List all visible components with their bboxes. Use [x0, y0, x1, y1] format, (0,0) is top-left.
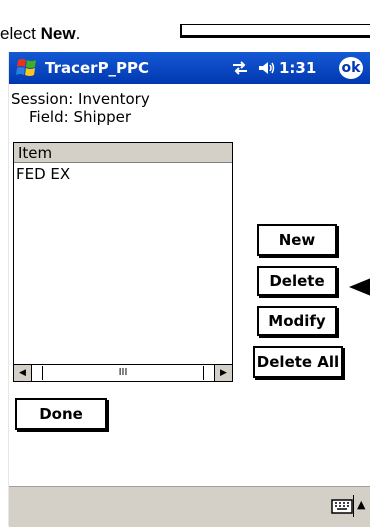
- new-button[interactable]: New: [257, 224, 337, 256]
- keyboard-icon[interactable]: [331, 497, 353, 515]
- callout-arrow-icon: [349, 278, 370, 296]
- list-column-header[interactable]: Item: [14, 143, 232, 163]
- field-label: Field: Shipper: [29, 108, 132, 126]
- triangle-up-icon[interactable]: ▲: [357, 495, 365, 515]
- instruction-text: elect New.: [0, 24, 81, 43]
- scroll-thumb[interactable]: III: [42, 366, 204, 380]
- scroll-left-icon[interactable]: ◀: [14, 365, 32, 381]
- title-bar: TracerP_PPC 1:31 ok: [9, 52, 370, 84]
- delete-button[interactable]: Delete: [257, 266, 337, 296]
- session-label: Session: Inventory: [11, 90, 150, 108]
- scroll-right-icon[interactable]: ▶: [214, 365, 232, 381]
- pda-screen: TracerP_PPC 1:31 ok Session: Inventory F…: [8, 52, 370, 527]
- item-listbox[interactable]: Item FED EX ◀ III ▶: [13, 142, 233, 382]
- menu-separator: [353, 495, 354, 517]
- ok-button[interactable]: ok: [339, 57, 363, 79]
- windows-flag-icon[interactable]: [15, 57, 39, 79]
- menu-bar: ▲: [9, 486, 370, 527]
- connection-arrows-icon[interactable]: [231, 60, 249, 76]
- horizontal-scrollbar[interactable]: ◀ III ▶: [14, 364, 232, 381]
- callout-frame: [180, 24, 370, 38]
- done-button[interactable]: Done: [15, 398, 107, 430]
- app-title: TracerP_PPC: [45, 59, 150, 77]
- list-item[interactable]: FED EX: [16, 165, 70, 183]
- modify-button[interactable]: Modify: [257, 306, 337, 336]
- speaker-icon[interactable]: [257, 59, 275, 77]
- instruction-emphasis: New: [40, 24, 76, 43]
- clock-time[interactable]: 1:31: [279, 52, 316, 84]
- delete-all-button[interactable]: Delete All: [253, 346, 343, 378]
